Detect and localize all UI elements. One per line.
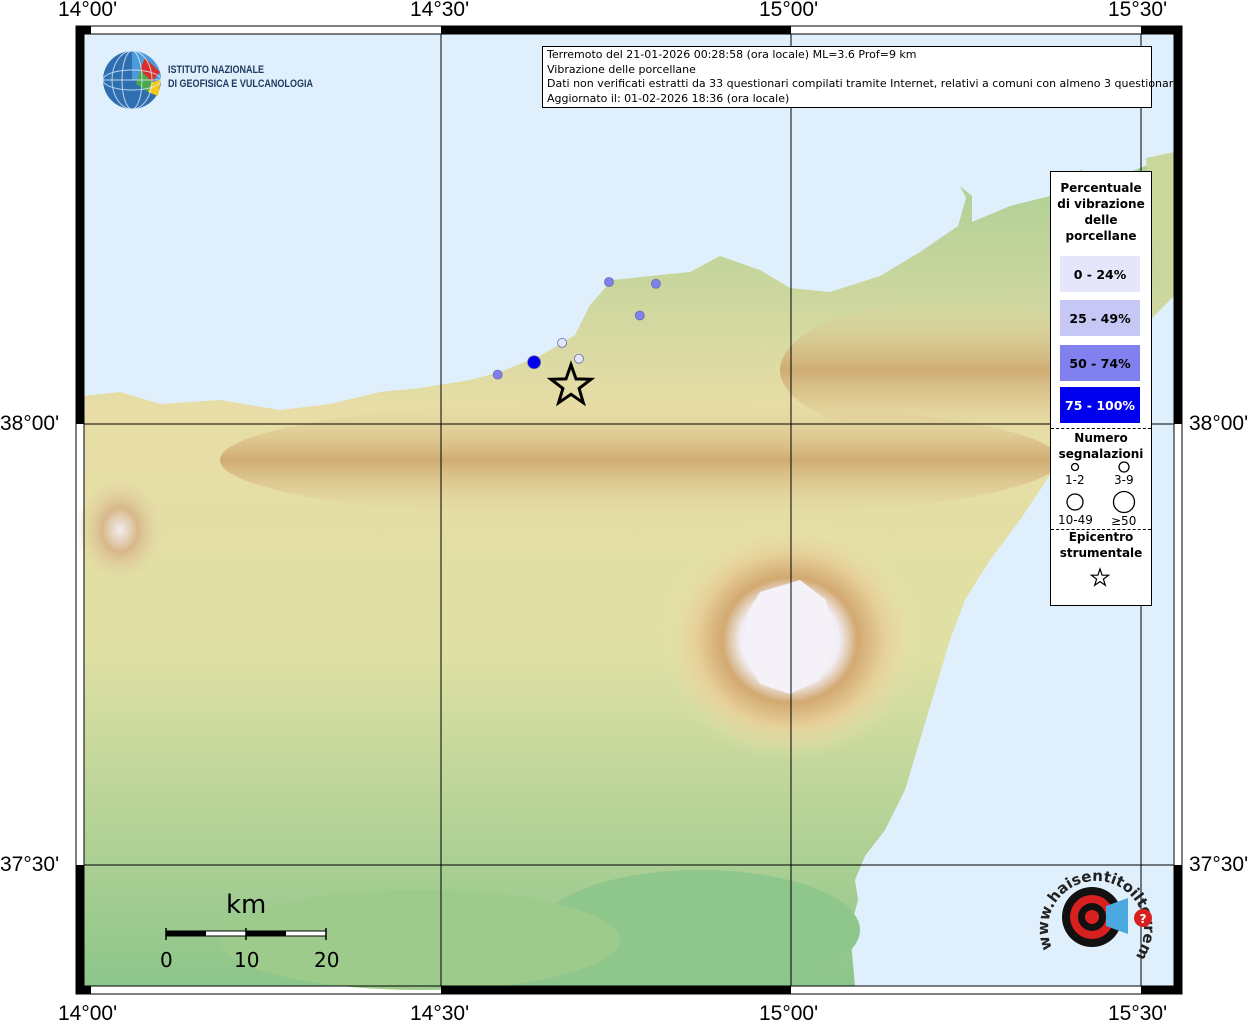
scale-tick-0: 0 <box>160 948 173 972</box>
legend-count-3: 10-49 <box>1058 513 1093 527</box>
legend-count-1: 1-2 <box>1065 473 1085 487</box>
scale-unit: km <box>226 890 267 920</box>
legend-class-0: 0 - 24% <box>1060 256 1140 292</box>
lat-label-left-2: 37°30' <box>0 853 60 876</box>
lat-label-left-1: 38°00' <box>0 412 60 435</box>
legend-class-2: 50 - 74% <box>1060 345 1140 381</box>
legend-count-2: 3-9 <box>1114 473 1134 487</box>
scale-tick-10: 10 <box>234 948 260 972</box>
legend-epicenter-title: Epicentro strumentale <box>1059 530 1143 560</box>
lowland-south <box>220 890 620 990</box>
ingv-name-line1: ISTITUTO NAZIONALE <box>168 64 265 76</box>
lon-label-top-1: 14°00' <box>58 0 118 21</box>
legend-divider-1 <box>1051 428 1151 429</box>
event-info-box: Terremoto del 21-01-2026 00:28:58 (ora l… <box>542 46 1180 108</box>
lon-label-bottom-1: 14°00' <box>58 1002 118 1025</box>
lon-label-bottom-4: 15°30' <box>1108 1002 1168 1025</box>
haisentito-logo[interactable]: www.haisentitoilterremoto.it ? <box>1032 862 1157 977</box>
event-info-line3: Dati non verificati estratti da 33 quest… <box>547 77 1180 90</box>
legend-size-symbols <box>1066 461 1136 514</box>
report-point-0[interactable] <box>492 369 503 380</box>
event-info-line1: Terremoto del 21-01-2026 00:28:58 (ora l… <box>547 48 917 61</box>
report-point-6[interactable] <box>651 278 661 289</box>
scale-tick-20: 20 <box>314 948 340 972</box>
report-point-4[interactable] <box>604 277 614 287</box>
lon-label-bottom-3: 15°00' <box>759 1002 819 1025</box>
report-point-2[interactable] <box>557 337 567 348</box>
ingv-name-line2: DI GEOFISICA E VULCANOLOGIA <box>168 78 313 90</box>
lat-label-right-2: 37°30' <box>1189 853 1249 876</box>
ingv-globe-logo <box>102 50 162 110</box>
lat-label-right-1: 38°00' <box>1189 412 1249 435</box>
event-info-line2: Vibrazione delle porcellane <box>547 62 696 76</box>
legend-panel: Percentuale di vibrazione delle porcella… <box>1050 171 1152 606</box>
report-point-3[interactable] <box>574 353 584 364</box>
report-point-1[interactable] <box>527 355 541 370</box>
report-point-5[interactable] <box>634 310 645 321</box>
lon-label-top-3: 15°00' <box>759 0 819 21</box>
ingv-name: ISTITUTO NAZIONALE DI GEOFISICA E VULCAN… <box>168 63 313 91</box>
legend-star-icon <box>1089 567 1111 587</box>
lon-label-bottom-2: 14°30' <box>410 1002 470 1025</box>
lon-label-top-4: 15°30' <box>1108 0 1168 21</box>
legend-title: Percentuale di vibrazione delle porcella… <box>1057 181 1145 243</box>
lon-label-top-2: 14°30' <box>410 0 470 21</box>
madonie-peak <box>75 475 165 585</box>
legend-class-3: 75 - 100% <box>1060 387 1140 423</box>
legend-class-1: 25 - 49% <box>1060 300 1140 336</box>
svg-text:?: ? <box>1140 912 1147 926</box>
legend-count-4: ≥50 <box>1111 514 1137 528</box>
event-info-line4: Aggiornato il: 01-02-2026 18:36 (ora loc… <box>547 91 790 105</box>
